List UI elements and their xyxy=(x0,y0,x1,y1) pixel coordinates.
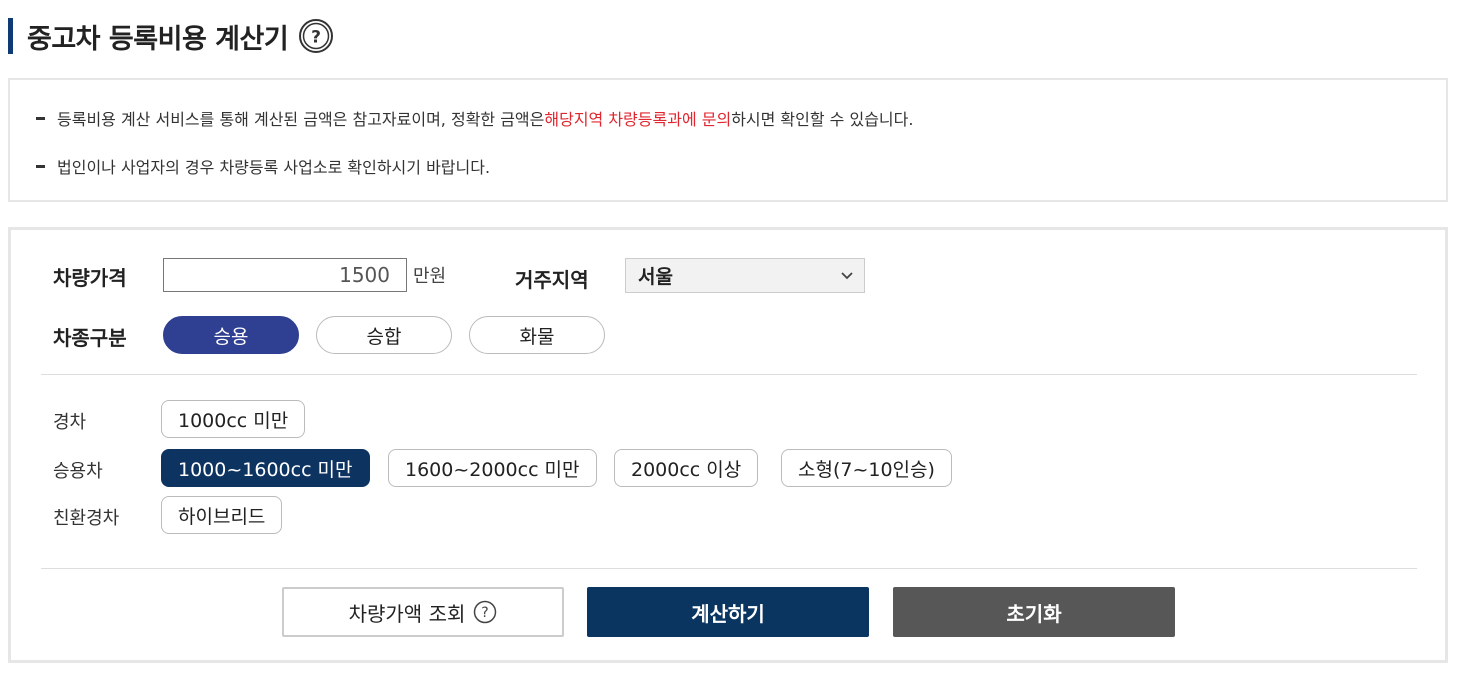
vehicle-type-label: 차종구분 xyxy=(53,326,127,350)
calculator-panel: 차량가격 만원 거주지역 서울 차종구분 승용 승합 화물 경차 1000cc … xyxy=(8,227,1448,663)
notice-line-2: 법인이나 사업자의 경우 차량등록 사업소로 확인하시기 바랍니다. xyxy=(36,154,490,178)
category-light-label: 경차 xyxy=(53,412,87,433)
page-title: 중고차 등록비용 계산기 xyxy=(27,23,289,55)
page-header: 중고차 등록비용 계산기 ? xyxy=(8,18,334,55)
vehicle-type-passenger[interactable]: 승용 xyxy=(163,316,299,354)
question-circle-icon: ? xyxy=(474,600,497,624)
reset-button[interactable]: 초기화 xyxy=(893,587,1175,637)
price-label: 차량가격 xyxy=(53,266,127,290)
lookup-button-label: 차량가액 조회 xyxy=(348,601,466,626)
calculate-button[interactable]: 계산하기 xyxy=(587,587,869,637)
option-1600-2000cc[interactable]: 1600~2000cc 미만 xyxy=(388,449,597,487)
notice-text-suffix: 하시면 확인할 수 있습니다. xyxy=(731,110,914,129)
option-hybrid[interactable]: 하이브리드 xyxy=(161,496,283,534)
vehicle-value-lookup-button[interactable]: 차량가액 조회 ? xyxy=(282,587,564,637)
option-1000-1600cc[interactable]: 1000~1600cc 미만 xyxy=(161,449,370,487)
notice-highlight: 해당지역 차량등록과에 문의 xyxy=(544,110,732,129)
region-selected-value: 서울 xyxy=(638,266,673,288)
category-eco-label: 친환경차 xyxy=(53,508,120,529)
region-label: 거주지역 xyxy=(515,268,589,292)
notice-text: 법인이나 사업자의 경우 차량등록 사업소로 확인하시기 바랍니다. xyxy=(57,158,491,177)
bullet-dash xyxy=(36,164,45,168)
price-unit: 만원 xyxy=(413,266,447,287)
option-over-2000cc[interactable]: 2000cc 이상 xyxy=(614,449,759,487)
title-accent-bar xyxy=(8,18,13,54)
notice-text-prefix: 등록비용 계산 서비스를 통해 계산된 금액은 참고자료이며, 정확한 금액은 xyxy=(57,110,545,129)
notice-box: 등록비용 계산 서비스를 통해 계산된 금액은 참고자료이며, 정확한 금액은 … xyxy=(8,78,1448,202)
bullet-dash xyxy=(36,116,45,120)
vehicle-type-truck[interactable]: 화물 xyxy=(469,316,605,354)
section-divider xyxy=(41,374,1417,375)
question-circle-icon[interactable]: ? xyxy=(298,18,334,54)
option-light-under-1000cc[interactable]: 1000cc 미만 xyxy=(161,400,306,438)
category-passenger-label: 승용차 xyxy=(53,461,103,482)
chevron-down-icon xyxy=(841,272,853,280)
notice-line-1: 등록비용 계산 서비스를 통해 계산된 금액은 참고자료이며, 정확한 금액은 … xyxy=(36,106,913,130)
option-small-7-10-seats[interactable]: 소형(7~10인승) xyxy=(781,449,952,487)
vehicle-type-van[interactable]: 승합 xyxy=(316,316,452,354)
svg-text:?: ? xyxy=(311,28,321,48)
price-input[interactable] xyxy=(163,258,407,292)
svg-text:?: ? xyxy=(482,605,489,621)
region-select[interactable]: 서울 xyxy=(625,258,865,293)
section-divider xyxy=(41,568,1417,569)
